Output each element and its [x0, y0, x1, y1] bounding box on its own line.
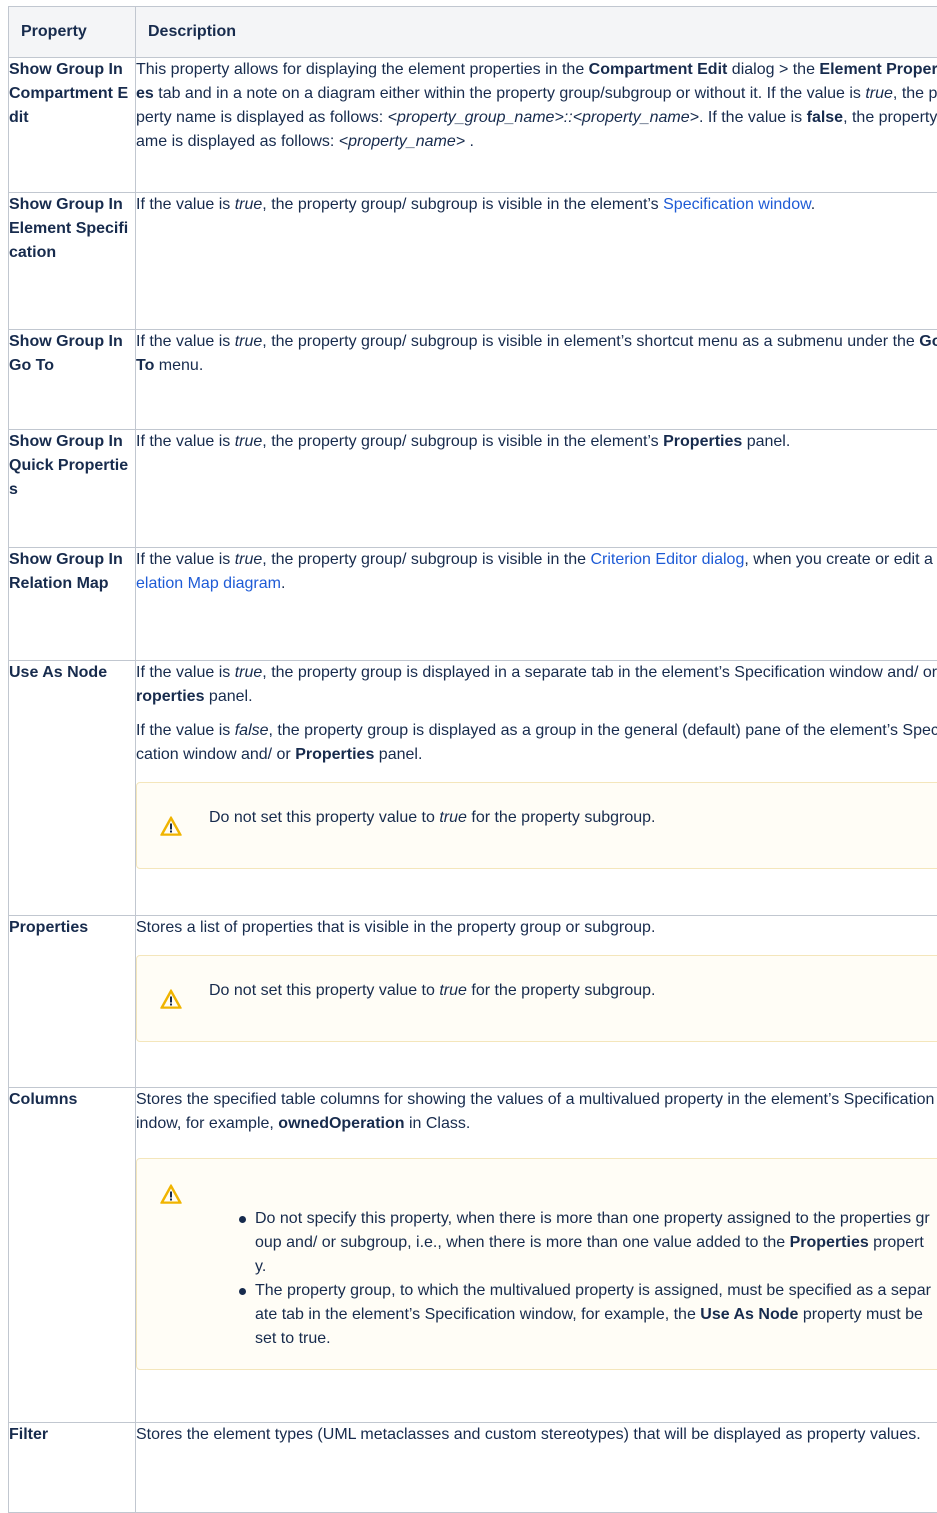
ui-term: Compartment Edit [589, 61, 728, 78]
warning-icon [160, 988, 182, 1010]
paragraph: If the value is false, the property grou… [136, 719, 937, 767]
paragraph: Stores a list of properties that is visi… [136, 916, 937, 940]
note-text: Do not set this property value to true f… [209, 806, 655, 830]
ui-term: Use As Node [700, 1306, 798, 1323]
text: If the value is [136, 551, 235, 568]
text: , when you create or edit a [744, 551, 937, 568]
property-description: Stores a list of properties that is visi… [136, 916, 937, 1088]
table-row: Show Group In Quick Properties If the va… [9, 430, 937, 548]
text: , the property group is displayed in a s… [262, 664, 937, 681]
text: If the value is [136, 333, 235, 350]
property-description: If the value is true, the property group… [136, 193, 937, 330]
property-description: Stores the element types (UML metaclasse… [136, 1423, 937, 1513]
property-description: If the value is true, the property group… [136, 430, 937, 548]
text: If the value is [136, 196, 235, 213]
value-term: true [865, 85, 893, 102]
paragraph: Stores the specified table columns for s… [136, 1088, 937, 1136]
text: panel. [204, 688, 252, 705]
value-term: true [439, 982, 467, 999]
ui-term: Properties [295, 746, 374, 763]
property-description: Stores the specified table columns for s… [136, 1088, 937, 1423]
text: Do not set this property value to [209, 982, 439, 999]
property-name: Show Group In Element Specification [9, 193, 136, 330]
ui-term: Properties [663, 433, 742, 450]
table-header-row: Property Description [9, 7, 937, 58]
value-term: true [235, 333, 263, 350]
text: panel. [742, 433, 790, 450]
warning-icon [160, 815, 182, 837]
text: If the value is [136, 433, 235, 450]
bullet [239, 1216, 246, 1223]
warning-icon [160, 1183, 182, 1205]
property-description: If the value is true, the property group… [136, 548, 937, 661]
property-description: This property allows for displaying the … [136, 58, 937, 193]
text: . If the value is [699, 109, 807, 126]
criterion-editor-link[interactable]: Criterion Editor dialog [590, 551, 744, 568]
warning-note: Do not set this property value to true f… [136, 782, 937, 869]
ui-term: Properties [790, 1234, 869, 1251]
list-item: Do not specify this property, when there… [255, 1207, 932, 1279]
text: for the property subgroup. [467, 809, 656, 826]
table-row: Show Group In Compartment Edit This prop… [9, 58, 937, 193]
value-term: true [235, 664, 263, 681]
value-term: true [439, 809, 467, 826]
property-name: Show Group In Go To [9, 330, 136, 430]
properties-table: Property Description Show Group In Compa… [8, 6, 937, 1513]
note-list: Do not specify this property, when there… [255, 1207, 932, 1351]
value-term: false [235, 722, 269, 739]
text: , the property group/ subgroup is visibl… [262, 551, 590, 568]
warning-note: Do not specify this property, when there… [136, 1158, 937, 1370]
text: tab and in a note on a diagram either wi… [154, 85, 866, 102]
list-item: The property group, to which the multiva… [255, 1279, 932, 1351]
property-name: Use As Node [9, 661, 136, 916]
property-name: Show Group In Compartment Edit [9, 58, 136, 193]
text: menu. [154, 357, 203, 374]
text: . [281, 575, 285, 592]
format-term: <property_name> [339, 133, 465, 150]
warning-note: Do not set this property value to true f… [136, 955, 937, 1042]
ui-term: ownedOperation [278, 1115, 404, 1132]
table-row: Use As Node If the value is true, the pr… [9, 661, 937, 916]
property-name: Properties [9, 916, 136, 1088]
text: . [465, 133, 474, 150]
property-description: If the value is true, the property group… [136, 661, 937, 916]
text: , the property group/ subgroup is visibl… [262, 196, 663, 213]
property-name: Columns [9, 1088, 136, 1423]
column-header-property: Property [9, 7, 136, 58]
text: , the property group/ subgroup is visibl… [262, 433, 663, 450]
value-term: true [235, 196, 263, 213]
paragraph: If the value is true, the property group… [136, 661, 937, 709]
table-row: Columns Stores the specified table colum… [9, 1088, 937, 1423]
property-name: Show Group In Relation Map [9, 548, 136, 661]
text: dialog > the [727, 61, 819, 78]
text: panel. [374, 746, 422, 763]
value-term: false [807, 109, 843, 126]
text: for the property subgroup. [467, 982, 656, 999]
text: Do not set this property value to [209, 809, 439, 826]
text: Stores the specified table columns for s… [136, 1091, 937, 1132]
text: in Class. [405, 1115, 471, 1132]
note-text: Do not set this property value to true f… [209, 979, 655, 1003]
property-name: Filter [9, 1423, 136, 1513]
table-row: Show Group In Go To If the value is true… [9, 330, 937, 430]
table-row: Filter Stores the element types (UML met… [9, 1423, 937, 1513]
column-header-description: Description [136, 7, 937, 58]
value-term: true [235, 433, 263, 450]
property-name: Show Group In Quick Properties [9, 430, 136, 548]
table-row: Properties Stores a list of properties t… [9, 916, 937, 1088]
bullet [239, 1288, 246, 1295]
specification-window-link[interactable]: Specification window [663, 196, 811, 213]
text: . [811, 196, 815, 213]
text: If the value is [136, 664, 235, 681]
table-row: Show Group In Element Specification If t… [9, 193, 937, 330]
value-term: true [235, 551, 263, 568]
text: This property allows for displaying the … [136, 61, 589, 78]
format-term: <property_group_name>::<property_name> [388, 109, 699, 126]
property-description: If the value is true, the property group… [136, 330, 937, 430]
text: If the value is [136, 722, 235, 739]
table-row: Show Group In Relation Map If the value … [9, 548, 937, 661]
text: , the property group/ subgroup is visibl… [262, 333, 919, 350]
